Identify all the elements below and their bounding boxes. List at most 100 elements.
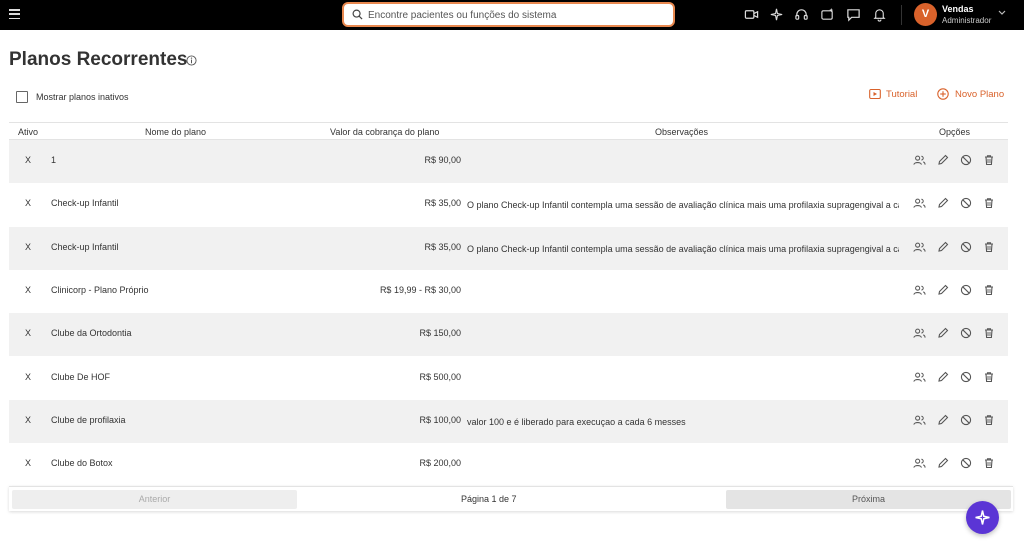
- active-cell: X: [25, 414, 32, 425]
- patients-icon[interactable]: [913, 284, 926, 296]
- column-header-options: Opções: [939, 127, 971, 137]
- previous-button[interactable]: Anterior: [12, 490, 297, 509]
- edit-icon[interactable]: [937, 457, 949, 469]
- next-button[interactable]: Próxima: [726, 490, 1011, 509]
- sparkle-icon: [975, 510, 990, 525]
- deactivate-icon[interactable]: [960, 327, 972, 339]
- search-input[interactable]: [368, 7, 668, 23]
- trash-icon[interactable]: [983, 154, 995, 166]
- active-cell: X: [25, 328, 32, 339]
- edit-icon[interactable]: [937, 327, 949, 339]
- edit-icon[interactable]: [937, 414, 949, 426]
- new-plan-label: Novo Plano: [955, 89, 1005, 100]
- bell-icon[interactable]: [872, 7, 887, 22]
- edit-icon[interactable]: [937, 284, 949, 296]
- pagination: Anterior Página 1 de 7 Próxima: [9, 486, 1013, 511]
- search-box[interactable]: [342, 2, 675, 27]
- play-video-icon: [869, 88, 881, 100]
- deactivate-icon[interactable]: [960, 371, 972, 383]
- active-cell: X: [25, 155, 32, 165]
- deactivate-icon[interactable]: [960, 154, 972, 166]
- table-row[interactable]: X 1 R$ 90,00: [9, 140, 1008, 183]
- trash-icon[interactable]: [983, 241, 995, 253]
- plan-value-cell: R$ 19,99 - R$ 30,00: [379, 284, 461, 295]
- patients-icon[interactable]: [913, 241, 926, 253]
- active-cell: X: [25, 458, 32, 469]
- deactivate-icon[interactable]: [960, 414, 972, 426]
- user-name[interactable]: Vendas: [942, 4, 974, 14]
- column-header-value: Valor da cobrança do plano: [330, 127, 440, 137]
- active-cell: X: [25, 241, 32, 252]
- plan-value-cell: R$ 150,00: [419, 328, 461, 339]
- plan-value-cell: R$ 100,00: [419, 414, 461, 425]
- ai-chat-icon[interactable]: [820, 7, 835, 22]
- observations-cell: O plano Check-up Infantil contempla uma …: [467, 243, 899, 254]
- user-role: Administrador: [942, 16, 992, 25]
- patients-icon[interactable]: [913, 414, 926, 426]
- info-icon[interactable]: [186, 55, 197, 66]
- trash-icon[interactable]: [983, 414, 995, 426]
- observations-cell: valor 100 e é liberado para execuçao a c…: [467, 416, 686, 427]
- table-row[interactable]: X Check-up Infantil R$ 35,00 O plano Check-…: [9, 226, 1008, 270]
- ai-assistant-button[interactable]: [966, 501, 999, 534]
- trash-icon[interactable]: [983, 197, 995, 209]
- plan-name-cell: Clube da Ortodontia: [51, 328, 132, 339]
- plan-name-cell: Clube De HOF: [51, 371, 111, 382]
- plan-value-cell: R$ 500,00: [419, 371, 461, 382]
- topbar-divider: [901, 5, 902, 25]
- table-header: Ativo Nome do plano Valor da cobrança do…: [9, 122, 1008, 140]
- deactivate-icon[interactable]: [960, 284, 972, 296]
- table-row[interactable]: X Clube De HOF R$ 500,00: [9, 357, 1008, 400]
- plus-circle-icon: [937, 88, 949, 100]
- chat-icon[interactable]: [846, 7, 861, 22]
- trash-icon[interactable]: [983, 457, 995, 469]
- chevron-down-icon[interactable]: [998, 10, 1006, 16]
- plan-value-cell: R$ 35,00: [424, 198, 461, 209]
- plan-name-cell: 1: [51, 155, 57, 165]
- table-row[interactable]: X Clinicorp - Plano Próprio R$ 19,99 - R$ …: [9, 270, 1008, 313]
- table-row[interactable]: X Check-up Infantil R$ 35,00 O plano Check-…: [9, 183, 1008, 226]
- sparkle-icon[interactable]: [769, 7, 784, 22]
- deactivate-icon[interactable]: [960, 457, 972, 469]
- edit-icon[interactable]: [937, 241, 949, 253]
- show-inactive-label: Mostrar planos inativos: [36, 92, 129, 102]
- deactivate-icon[interactable]: [960, 241, 972, 253]
- table-row[interactable]: X Clube de profilaxia R$ 100,00 valor 100 e…: [9, 399, 1008, 443]
- patients-icon[interactable]: [913, 197, 926, 209]
- trash-icon[interactable]: [983, 327, 995, 339]
- table-row[interactable]: X Clube do Botox R$ 200,00: [9, 443, 1008, 486]
- column-header-observations: Observações: [655, 127, 709, 137]
- trash-icon[interactable]: [983, 284, 995, 296]
- video-icon[interactable]: [744, 7, 759, 22]
- tutorial-label: Tutorial: [886, 89, 918, 100]
- active-cell: X: [25, 284, 32, 295]
- search-icon: [352, 9, 363, 20]
- plan-value-cell: R$ 35,00: [424, 241, 461, 252]
- top-bar: V Vendas Administrador: [0, 0, 1024, 30]
- plan-name-cell: Check-up Infantil: [51, 241, 119, 252]
- plan-name-cell: Clinicorp - Plano Próprio: [51, 284, 149, 295]
- edit-icon[interactable]: [937, 154, 949, 166]
- trash-icon[interactable]: [983, 371, 995, 383]
- active-cell: X: [25, 198, 32, 209]
- edit-icon[interactable]: [937, 371, 949, 383]
- patients-icon[interactable]: [913, 371, 926, 383]
- patients-icon[interactable]: [913, 457, 926, 469]
- plan-name-cell: Clube do Botox: [51, 458, 113, 469]
- patients-icon[interactable]: [913, 154, 926, 166]
- plan-value-cell: R$ 200,00: [419, 458, 461, 469]
- show-inactive-checkbox[interactable]: [16, 91, 28, 103]
- column-header-active: Ativo: [18, 127, 39, 137]
- patients-icon[interactable]: [913, 327, 926, 339]
- page-title: Planos Recorrentes: [9, 49, 188, 70]
- menu-icon[interactable]: [9, 9, 20, 20]
- plan-name-cell: Clube de profilaxia: [51, 414, 126, 425]
- headset-icon[interactable]: [794, 7, 809, 22]
- deactivate-icon[interactable]: [960, 197, 972, 209]
- avatar[interactable]: V: [914, 3, 937, 26]
- table-row[interactable]: X Clube da Ortodontia R$ 150,00: [9, 313, 1008, 357]
- plan-value-cell: R$ 90,00: [424, 155, 461, 165]
- observations-cell: O plano Check-up Infantil contempla uma …: [467, 200, 899, 211]
- page-indicator: Página 1 de 7: [461, 494, 517, 504]
- edit-icon[interactable]: [937, 197, 949, 209]
